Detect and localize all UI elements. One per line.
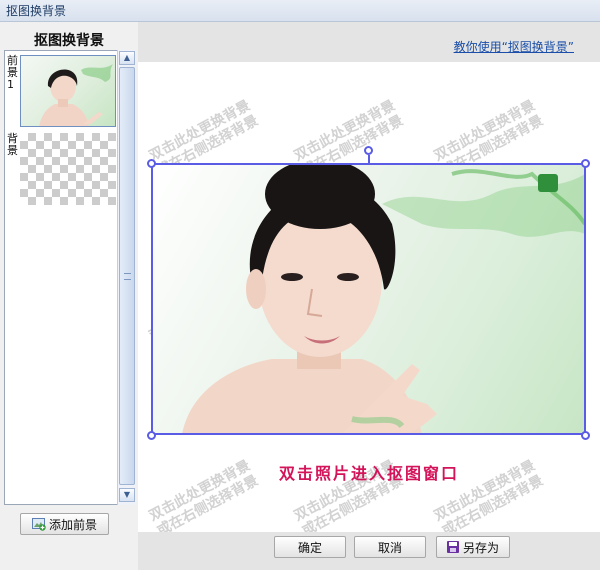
floppy-disk-icon	[446, 541, 459, 553]
add-foreground-button[interactable]: 添加前景	[20, 513, 109, 535]
resize-handle-top-left[interactable]	[147, 159, 156, 168]
layer-label: 前景1	[7, 54, 18, 91]
save-as-button[interactable]: 另存为	[436, 536, 510, 558]
layer-item-background[interactable]: 背景	[5, 131, 119, 207]
rotate-handle-stem	[368, 155, 370, 164]
scroll-thumb[interactable]	[119, 67, 135, 485]
scroll-down-button[interactable]: ▼	[119, 488, 135, 502]
bottom-toolbar: 确定 取消 另存为	[138, 532, 600, 570]
help-link[interactable]: 教你使用“抠图换背景”	[454, 38, 574, 55]
layer-scrollbar[interactable]: ▲ ▼	[117, 50, 136, 505]
scroll-up-button[interactable]: ▲	[119, 51, 135, 65]
watermark-line: 双击此处更换背景	[146, 97, 253, 165]
sidebar-title: 抠图换背景	[34, 33, 104, 49]
window-title: 抠图换背景	[0, 0, 600, 22]
watermark-line: 双击此处更换背景	[291, 97, 398, 165]
resize-handle-bottom-right[interactable]	[581, 431, 590, 440]
ok-button[interactable]: 确定	[274, 536, 346, 558]
cancel-button[interactable]: 取消	[354, 536, 426, 558]
add-image-icon	[31, 517, 46, 531]
selection-frame[interactable]	[151, 163, 586, 435]
help-bar: 教你使用“抠图换背景”	[138, 22, 600, 62]
scroll-grip-icon	[124, 273, 131, 280]
layer-label: 背景	[7, 132, 18, 157]
resize-handle-bottom-left[interactable]	[147, 431, 156, 440]
instruction-text: 双击照片进入抠图窗口	[278, 464, 459, 483]
watermark-line: 双击此处更换背景	[431, 97, 538, 165]
add-foreground-label: 添加前景	[48, 517, 97, 532]
rotate-handle[interactable]	[364, 146, 373, 155]
main-area: 教你使用“抠图换背景” 双击此处更换背景 或在右侧选择背景 双击此处更换背景 或…	[138, 22, 600, 570]
layer-item-foreground-1[interactable]: 前景1	[5, 53, 119, 129]
save-as-label: 另存为	[462, 540, 499, 555]
foreground-thumbnail[interactable]	[20, 55, 116, 127]
background-thumbnail-transparent[interactable]	[20, 133, 116, 205]
resize-handle-top-right[interactable]	[581, 159, 590, 168]
canvas-area[interactable]: 双击此处更换背景 或在右侧选择背景 双击此处更换背景 或在右侧选择背景 双击此处…	[138, 62, 600, 532]
left-panel: 抠图换背景 前景1 背景 ▲ ▼ 添加前景	[0, 22, 138, 570]
